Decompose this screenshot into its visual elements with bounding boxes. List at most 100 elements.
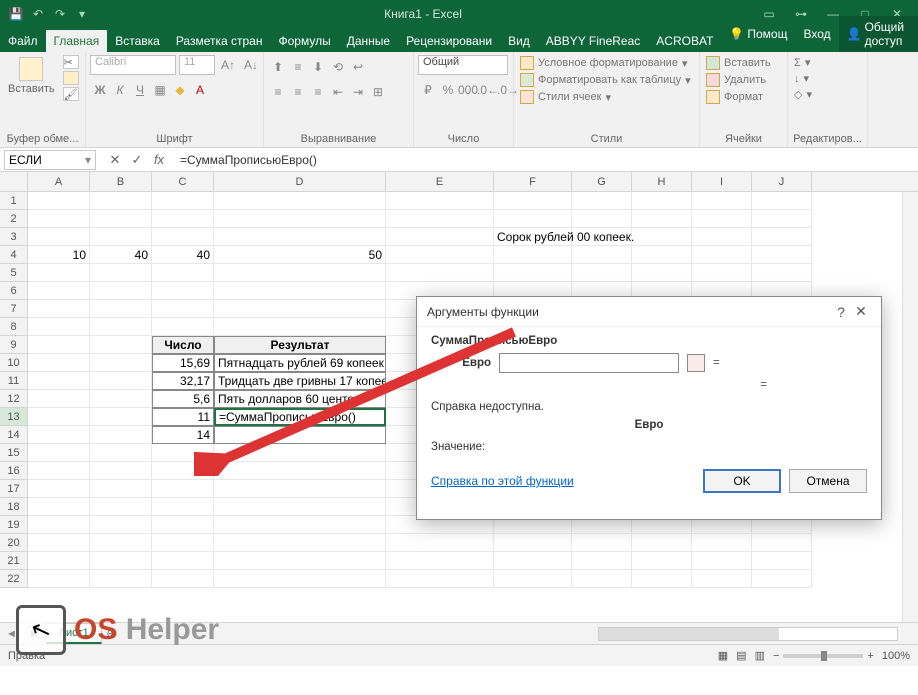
cell-C1[interactable] xyxy=(152,192,214,210)
col-J[interactable]: J xyxy=(752,172,812,191)
tab-formulas[interactable]: Формулы xyxy=(270,30,338,52)
grow-font-icon[interactable]: A↑ xyxy=(218,55,238,75)
cell-B12[interactable] xyxy=(90,390,152,408)
cell-H5[interactable] xyxy=(632,264,692,282)
cell-C18[interactable] xyxy=(152,498,214,516)
cell-B8[interactable] xyxy=(90,318,152,336)
save-icon[interactable]: 💾 xyxy=(8,6,24,22)
cell-J20[interactable] xyxy=(752,534,812,552)
enter-formula-icon[interactable]: ✓ xyxy=(128,151,146,169)
orientation-icon[interactable]: ⟲ xyxy=(328,57,348,77)
cell-B19[interactable] xyxy=(90,516,152,534)
cell-A20[interactable] xyxy=(28,534,90,552)
view-normal-icon[interactable]: ▦ xyxy=(718,649,728,662)
cell-A21[interactable] xyxy=(28,552,90,570)
cell-H22[interactable] xyxy=(632,570,692,588)
row-header[interactable]: 12 xyxy=(0,390,28,408)
row-header[interactable]: 8 xyxy=(0,318,28,336)
cell-D1[interactable] xyxy=(214,192,386,210)
name-box[interactable]: ЕСЛИ▾ xyxy=(4,150,96,170)
cell-D16[interactable] xyxy=(214,462,386,480)
dialog-help-icon[interactable]: ? xyxy=(831,304,851,320)
row-header[interactable]: 4 xyxy=(0,246,28,264)
cell-G2[interactable] xyxy=(572,210,632,228)
share-button[interactable]: 👤Общий доступ xyxy=(839,16,918,52)
cell-D4[interactable]: 50 xyxy=(214,246,386,264)
cell-A16[interactable] xyxy=(28,462,90,480)
format-as-table[interactable]: Форматировать как таблицу▾ xyxy=(518,72,693,88)
cell-A18[interactable] xyxy=(28,498,90,516)
cell-C8[interactable] xyxy=(152,318,214,336)
cell-G20[interactable] xyxy=(572,534,632,552)
cell-G4[interactable] xyxy=(572,246,632,264)
cell-D14[interactable] xyxy=(214,426,386,444)
row-header[interactable]: 13 xyxy=(0,408,28,426)
cell-C9[interactable]: Число xyxy=(152,336,214,354)
qat-dropdown-icon[interactable]: ▾ xyxy=(74,6,90,22)
cell-B7[interactable] xyxy=(90,300,152,318)
cell-B16[interactable] xyxy=(90,462,152,480)
view-break-icon[interactable]: ▥ xyxy=(755,649,765,662)
align-bottom-icon[interactable]: ⬇ xyxy=(308,57,328,77)
cell-A7[interactable] xyxy=(28,300,90,318)
cell-I4[interactable] xyxy=(692,246,752,264)
cell-C17[interactable] xyxy=(152,480,214,498)
cell-F22[interactable] xyxy=(494,570,572,588)
cell-D3[interactable] xyxy=(214,228,386,246)
cancel-formula-icon[interactable]: ✕ xyxy=(106,151,124,169)
cell-I20[interactable] xyxy=(692,534,752,552)
cell-I22[interactable] xyxy=(692,570,752,588)
cell-E1[interactable] xyxy=(386,192,494,210)
cell-I3[interactable] xyxy=(692,228,752,246)
row-header[interactable]: 16 xyxy=(0,462,28,480)
cell-E5[interactable] xyxy=(386,264,494,282)
cell-I1[interactable] xyxy=(692,192,752,210)
select-all-corner[interactable] xyxy=(0,172,28,191)
cell-G1[interactable] xyxy=(572,192,632,210)
cell-B13[interactable] xyxy=(90,408,152,426)
cell-D8[interactable] xyxy=(214,318,386,336)
cell-G3[interactable] xyxy=(572,228,632,246)
tell-me[interactable]: 💡Помощ xyxy=(721,16,795,52)
cell-A17[interactable] xyxy=(28,480,90,498)
paste-button[interactable]: Вставить xyxy=(4,55,59,97)
zoom-level[interactable]: 100% xyxy=(882,650,910,662)
tab-layout[interactable]: Разметка стран xyxy=(168,30,271,52)
underline-button[interactable]: Ч xyxy=(130,80,150,100)
cell-D13[interactable]: =СуммаПрописьюЕвро() xyxy=(214,408,386,426)
col-I[interactable]: I xyxy=(692,172,752,191)
cell-H4[interactable] xyxy=(632,246,692,264)
ok-button[interactable]: OK xyxy=(703,469,781,493)
cell-C13[interactable]: 11 xyxy=(152,408,214,426)
cell-F21[interactable] xyxy=(494,552,572,570)
borders-icon[interactable]: ▦ xyxy=(150,80,170,100)
col-C[interactable]: C xyxy=(152,172,214,191)
view-page-icon[interactable]: ▤ xyxy=(736,649,746,662)
cell-A8[interactable] xyxy=(28,318,90,336)
font-size-select[interactable]: 11 xyxy=(179,55,215,75)
cell-B4[interactable]: 40 xyxy=(90,246,152,264)
cell-A14[interactable] xyxy=(28,426,90,444)
row-header[interactable]: 7 xyxy=(0,300,28,318)
tab-file[interactable]: Файл xyxy=(0,30,46,52)
cell-B20[interactable] xyxy=(90,534,152,552)
clear[interactable]: ◇▾ xyxy=(792,87,814,102)
cell-H2[interactable] xyxy=(632,210,692,228)
cell-B17[interactable] xyxy=(90,480,152,498)
cell-A11[interactable] xyxy=(28,372,90,390)
undo-icon[interactable]: ↶ xyxy=(30,6,46,22)
indent-dec-icon[interactable]: ⇤ xyxy=(328,82,348,102)
cell-D15[interactable] xyxy=(214,444,386,462)
redo-icon[interactable]: ↷ xyxy=(52,6,68,22)
row-header[interactable]: 1 xyxy=(0,192,28,210)
align-top-icon[interactable]: ⬆ xyxy=(268,57,288,77)
cell-D22[interactable] xyxy=(214,570,386,588)
cell-B15[interactable] xyxy=(90,444,152,462)
cell-E21[interactable] xyxy=(386,552,494,570)
cut-icon[interactable]: ✂ xyxy=(63,55,79,69)
cell-H20[interactable] xyxy=(632,534,692,552)
row-header[interactable]: 9 xyxy=(0,336,28,354)
bold-button[interactable]: Ж xyxy=(90,80,110,100)
cell-C3[interactable] xyxy=(152,228,214,246)
tab-review[interactable]: Рецензировани xyxy=(398,30,500,52)
